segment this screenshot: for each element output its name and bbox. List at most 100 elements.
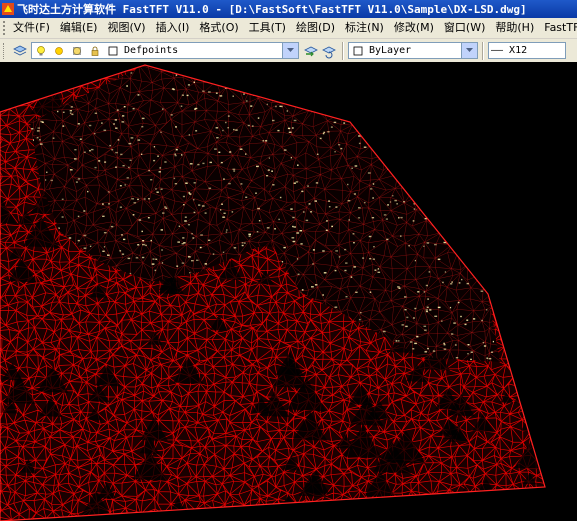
freeze-viewport-icon[interactable] <box>69 43 85 59</box>
menu-fasttft[interactable]: FastTFT <box>539 18 577 38</box>
survey-point <box>196 259 199 261</box>
menu-view[interactable]: 视图(V) <box>102 18 150 38</box>
survey-point <box>116 109 119 111</box>
mesh-dark-triangle <box>297 510 310 521</box>
survey-point <box>470 109 473 111</box>
survey-point <box>426 208 429 210</box>
survey-point <box>350 276 353 278</box>
survey-point <box>231 211 234 213</box>
menu-help[interactable]: 帮助(H) <box>490 18 539 38</box>
survey-point <box>208 239 211 241</box>
survey-point <box>243 93 245 95</box>
menu-modify[interactable]: 修改(M) <box>389 18 439 38</box>
survey-point <box>266 227 270 229</box>
survey-point <box>356 80 360 82</box>
menu-dimension[interactable]: 标注(N) <box>340 18 389 38</box>
survey-point <box>474 212 476 214</box>
survey-point <box>435 136 438 138</box>
chevron-down-icon[interactable] <box>282 43 298 58</box>
survey-point <box>425 106 428 109</box>
color-combo[interactable]: ByLayer <box>348 42 478 59</box>
title-bar: 飞时达土方计算软件 FastTFT V11.0 - [D:\FastSoft\F… <box>0 0 577 18</box>
menu-draw[interactable]: 绘图(D) <box>291 18 340 38</box>
survey-point <box>310 211 313 213</box>
survey-point <box>41 121 44 123</box>
survey-point <box>137 198 139 201</box>
survey-point <box>406 316 409 319</box>
survey-point <box>326 91 328 93</box>
survey-point <box>487 69 490 72</box>
survey-point <box>328 200 330 202</box>
fasttft-logo-icon[interactable] <box>2 3 14 15</box>
survey-point <box>466 105 470 107</box>
survey-point <box>79 138 82 140</box>
survey-point <box>379 83 381 86</box>
survey-point <box>71 72 74 75</box>
survey-point <box>437 258 441 260</box>
survey-point <box>292 216 295 219</box>
layer-previous-icon[interactable] <box>321 43 337 59</box>
survey-point <box>36 130 40 132</box>
survey-point <box>221 203 223 205</box>
survey-point <box>476 105 480 107</box>
survey-point <box>164 206 167 208</box>
linetype-combo[interactable]: —— X12 <box>488 42 566 59</box>
survey-point <box>372 183 375 185</box>
toolbar-grip[interactable] <box>3 42 8 59</box>
menu-edit[interactable]: 编辑(E) <box>55 18 103 38</box>
survey-point <box>193 81 195 83</box>
survey-point <box>103 129 107 131</box>
survey-point <box>102 250 105 252</box>
survey-point <box>478 88 482 91</box>
survey-point <box>417 177 420 179</box>
survey-point <box>334 151 336 153</box>
survey-point <box>83 234 87 237</box>
survey-point <box>408 86 411 88</box>
survey-point <box>122 67 125 69</box>
menu-tools[interactable]: 工具(T) <box>244 18 291 38</box>
layer-color-swatch-icon <box>105 43 121 59</box>
survey-point <box>369 291 372 293</box>
make-current-layer-icon[interactable] <box>303 43 319 59</box>
survey-point <box>195 130 198 132</box>
lock-icon[interactable] <box>87 43 103 59</box>
menu-file[interactable]: 文件(F) <box>8 18 55 38</box>
menu-window[interactable]: 窗口(W) <box>439 18 490 38</box>
sun-icon[interactable] <box>51 43 67 59</box>
menubar-grip[interactable] <box>3 21 5 35</box>
lightbulb-icon[interactable] <box>33 43 49 59</box>
menu-format[interactable]: 格式(O) <box>194 18 243 38</box>
survey-point <box>277 129 280 132</box>
survey-point <box>353 193 356 195</box>
drawing-canvas[interactable] <box>0 62 577 521</box>
survey-point <box>481 319 483 322</box>
survey-point <box>347 183 349 186</box>
survey-point <box>195 107 198 110</box>
survey-point <box>408 245 410 247</box>
chevron-down-icon[interactable] <box>461 43 477 58</box>
survey-point <box>142 243 145 246</box>
survey-point <box>219 95 223 97</box>
survey-point <box>409 341 413 343</box>
survey-point <box>225 121 227 124</box>
survey-point <box>45 83 48 86</box>
survey-point <box>109 144 111 147</box>
layer-combo[interactable]: Defpoints <box>31 42 299 59</box>
survey-point <box>39 143 43 145</box>
survey-point <box>77 123 80 125</box>
survey-point <box>94 166 97 169</box>
survey-point <box>428 92 431 94</box>
survey-point <box>175 126 177 128</box>
menu-insert[interactable]: 插入(I) <box>151 18 195 38</box>
survey-point <box>192 237 195 239</box>
survey-point <box>133 202 137 204</box>
survey-point <box>377 271 381 273</box>
survey-point <box>366 114 369 117</box>
survey-point <box>110 225 114 228</box>
survey-point <box>247 67 250 69</box>
menu-bar: 文件(F) 编辑(E) 视图(V) 插入(I) 格式(O) 工具(T) 绘图(D… <box>0 18 577 39</box>
color-swatch-icon <box>350 43 366 59</box>
tin-mesh-drawing[interactable] <box>0 62 577 521</box>
layer-manager-icon[interactable] <box>12 43 28 59</box>
survey-point <box>398 217 400 219</box>
